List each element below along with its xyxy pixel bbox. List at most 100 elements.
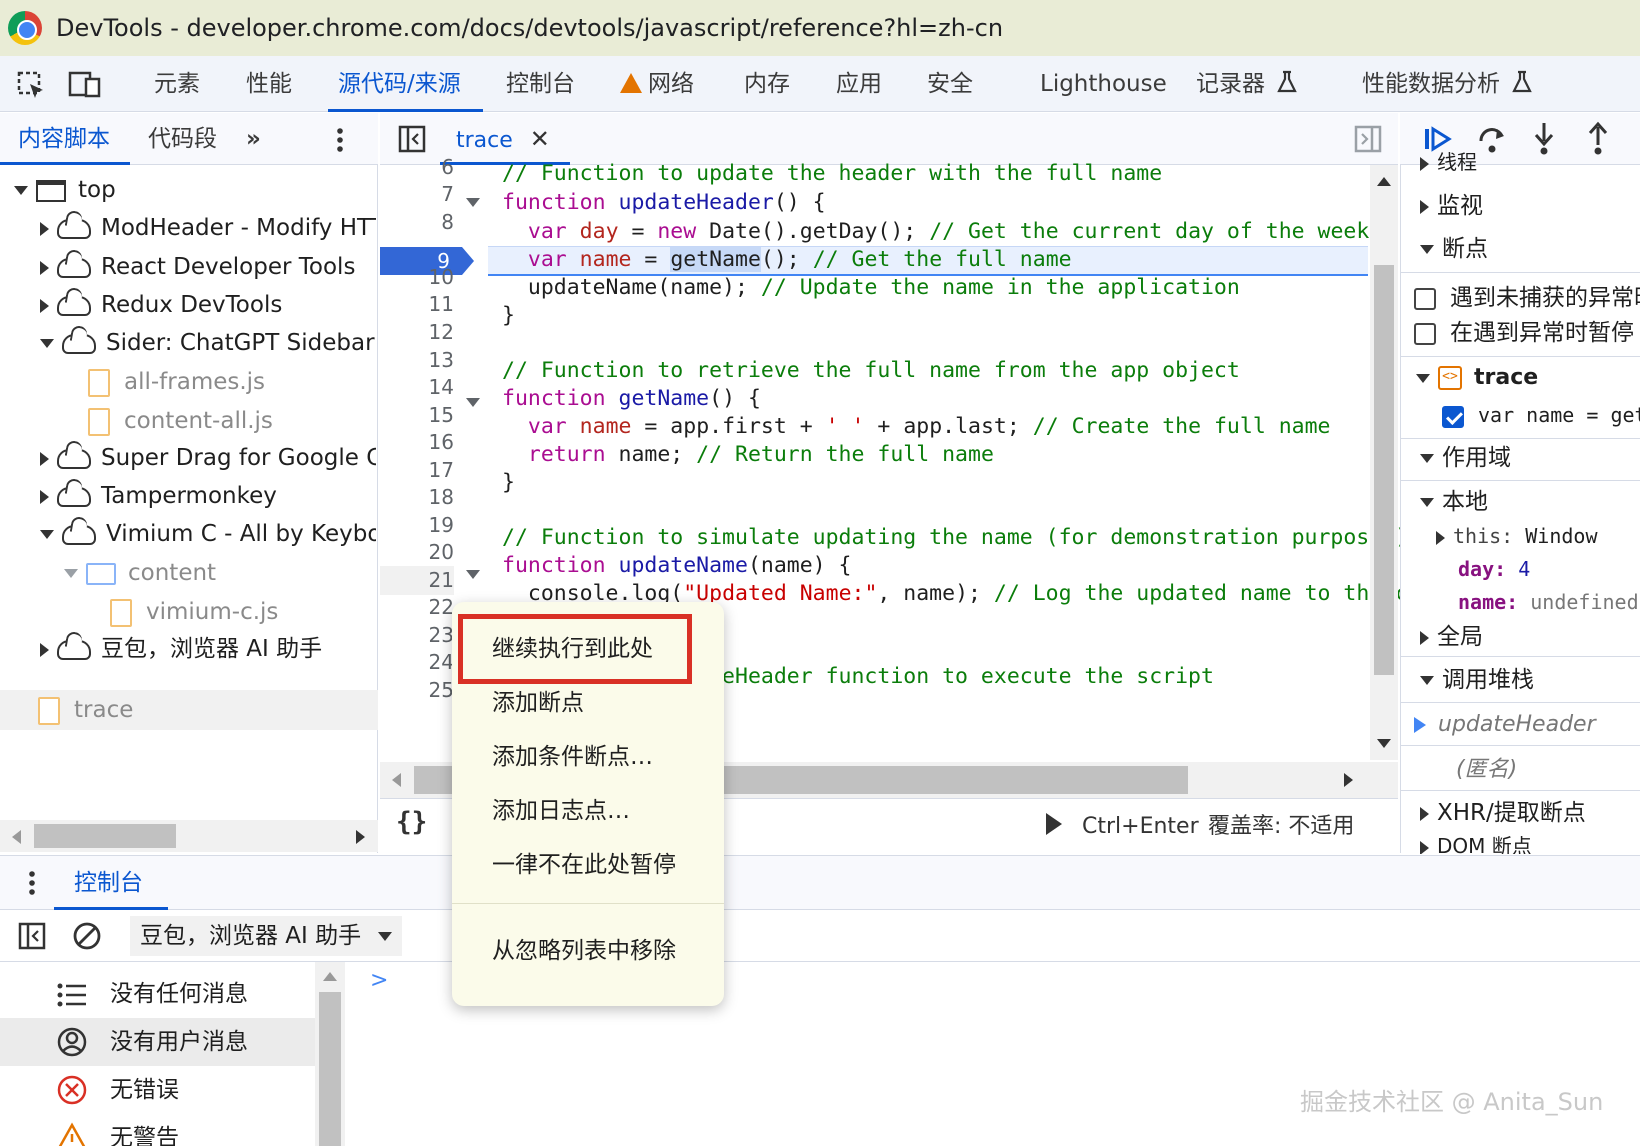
tab-lighthouse[interactable]: Lighthouse <box>1040 56 1167 112</box>
tab-recorder[interactable]: 记录器 <box>1196 56 1298 112</box>
more-tabs-icon[interactable]: » <box>246 113 261 165</box>
tree-item-file-selected[interactable]: trace <box>0 690 378 730</box>
call-frame-current[interactable]: updateHeader <box>1400 705 1640 745</box>
threads-section-header[interactable]: 线程 <box>1400 152 1640 172</box>
global-scope-header[interactable]: 全局 <box>1400 617 1640 657</box>
tab-performance-insights[interactable]: 性能数据分析 <box>1362 56 1533 112</box>
scope-variable-name[interactable]: name: undefined <box>1400 582 1640 622</box>
filter-warnings[interactable]: 无警告 <box>0 1114 315 1146</box>
tree-item-top[interactable]: top <box>14 170 374 210</box>
editor-tab-trace[interactable]: trace ✕ <box>456 113 550 165</box>
filter-user-messages[interactable]: 没有用户消息 <box>0 1018 315 1066</box>
line-number[interactable]: 10 <box>380 263 454 292</box>
console-sidebar-scrollbar[interactable] <box>315 962 345 1146</box>
console-prompt[interactable]: > <box>370 968 388 993</box>
context-selector[interactable]: 豆包，浏览器 AI 助手 <box>130 916 403 956</box>
code-line[interactable]: } <box>502 302 515 331</box>
pause-caught-checkbox[interactable]: 在遇到异常时暂停 <box>1400 313 1640 353</box>
scope-section-header[interactable]: 作用域 <box>1400 438 1640 478</box>
tree-item-extension[interactable]: Tampermonkey <box>40 476 376 516</box>
line-number[interactable]: 16 <box>380 428 454 457</box>
scroll-down-icon[interactable] <box>1377 739 1391 748</box>
tree-item-extension[interactable]: ModHeader - Modify HTTP headers <box>40 208 376 248</box>
code-line[interactable]: } <box>502 469 515 498</box>
xhr-breakpoints-header[interactable]: XHR/提取断点 <box>1400 793 1640 833</box>
line-number[interactable]: 6 <box>380 153 454 182</box>
line-number[interactable]: 24 <box>380 648 454 677</box>
breakpoint-file-header[interactable]: <> trace <box>1400 358 1640 398</box>
code-line[interactable]: return name; // Return the full name <box>502 441 994 470</box>
code-line[interactable]: // Function to simulate updating the nam… <box>502 524 1408 553</box>
code-line[interactable]: function getName() { <box>502 385 761 414</box>
drawer-menu-icon[interactable] <box>28 870 36 900</box>
tree-item-extension[interactable]: Redux DevTools <box>40 285 376 325</box>
code-line[interactable]: updateName(name); // Update the name in … <box>502 274 1240 303</box>
line-number[interactable]: 20 <box>380 538 454 567</box>
line-number[interactable]: 17 <box>380 456 454 485</box>
line-number[interactable]: 13 <box>380 346 454 375</box>
line-number[interactable]: 23 <box>380 621 454 650</box>
tab-application[interactable]: 应用 <box>836 56 882 112</box>
code-line[interactable]: var day = new Date().getDay(); // Get th… <box>502 218 1369 247</box>
tree-item-folder[interactable]: content <box>64 553 376 593</box>
line-number[interactable]: 18 <box>380 483 454 512</box>
line-number[interactable]: 19 <box>380 511 454 540</box>
scroll-left-icon[interactable] <box>392 773 401 787</box>
editor-vertical-scrollbar[interactable] <box>1370 165 1398 760</box>
more-options-icon[interactable] <box>336 113 344 165</box>
line-number[interactable]: 25 <box>380 676 454 705</box>
navigator-scrollbar[interactable] <box>0 820 378 852</box>
scroll-up-icon[interactable] <box>1377 177 1391 186</box>
menu-item-remove-from-ignore-list[interactable]: 从忽略列表中移除 <box>452 923 724 979</box>
breakpoints-section-header[interactable]: 断点 <box>1400 229 1640 269</box>
checkbox[interactable] <box>1414 322 1436 345</box>
inspect-element-icon[interactable] <box>16 70 46 104</box>
watch-section-header[interactable]: 监视 <box>1400 186 1640 226</box>
code-line[interactable]: function updateName(name) { <box>502 552 852 581</box>
checkbox-checked[interactable] <box>1442 405 1464 428</box>
clear-console-icon[interactable] <box>72 921 102 955</box>
menu-item-add-logpoint[interactable]: 添加日志点… <box>452 783 724 839</box>
tab-network[interactable]: 网络 <box>620 56 694 112</box>
tab-memory[interactable]: 内存 <box>744 56 790 112</box>
close-icon[interactable]: ✕ <box>530 125 550 153</box>
line-number[interactable]: 8 <box>380 208 454 237</box>
call-stack-section-header[interactable]: 调用堆栈 <box>1400 660 1640 700</box>
drawer-tab-console[interactable]: 控制台 <box>74 856 143 911</box>
code-line[interactable]: var name = app.first + ' ' + app.last; /… <box>502 413 1331 442</box>
scrollbar-thumb[interactable] <box>34 824 176 848</box>
fold-icon[interactable] <box>466 198 480 207</box>
line-number[interactable]: 21 <box>380 566 454 595</box>
dom-breakpoints-header[interactable]: DOM 断点 <box>1400 834 1640 854</box>
scroll-up-icon[interactable] <box>323 972 337 981</box>
line-number[interactable]: 12 <box>380 318 454 347</box>
device-toolbar-icon[interactable] <box>68 70 102 104</box>
menu-item-never-pause-here[interactable]: 一律不在此处暂停 <box>452 837 724 893</box>
pause-uncaught-checkbox[interactable]: 遇到未捕获的异常时暂停 <box>1400 278 1640 318</box>
filter-all-messages[interactable]: 没有任何消息 <box>0 970 315 1018</box>
toggle-debugger-icon[interactable] <box>1354 125 1382 157</box>
code-line[interactable]: var name = getName(); // Get the full na… <box>502 246 1072 275</box>
checkbox[interactable] <box>1414 287 1436 310</box>
tab-snippets[interactable]: 代码段 <box>148 113 217 165</box>
tree-item-extension[interactable]: 豆包，浏览器 AI 助手 <box>40 629 376 669</box>
tree-item-extension[interactable]: React Developer Tools <box>40 247 376 287</box>
fold-icon[interactable] <box>466 398 480 407</box>
run-snippet-icon[interactable] <box>1046 813 1062 835</box>
tab-console[interactable]: 控制台 <box>506 56 575 112</box>
scrollbar-thumb[interactable] <box>319 992 341 1146</box>
tab-sources[interactable]: 源代码/来源 <box>328 56 483 112</box>
code-line[interactable]: function updateHeader() { <box>502 189 826 218</box>
tree-item-extension[interactable]: Sider: ChatGPT Sidebar + GPT-4o <box>40 323 376 363</box>
fold-icon[interactable] <box>466 570 480 579</box>
menu-item-add-conditional-breakpoint[interactable]: 添加条件断点… <box>452 729 724 785</box>
filter-errors[interactable]: 无错误 <box>0 1066 315 1114</box>
tab-content-scripts[interactable]: 内容脚本 <box>18 113 110 165</box>
pretty-print-icon[interactable]: {} <box>396 807 427 837</box>
tree-item-file[interactable]: all-frames.js <box>88 362 376 402</box>
tab-elements[interactable]: 元素 <box>154 56 200 112</box>
tree-item-file[interactable]: vimium-c.js <box>110 592 376 632</box>
call-frame[interactable]: (匿名) <box>1400 750 1640 790</box>
scrollbar-thumb[interactable] <box>1374 265 1394 675</box>
line-number[interactable]: 7 <box>380 180 454 209</box>
